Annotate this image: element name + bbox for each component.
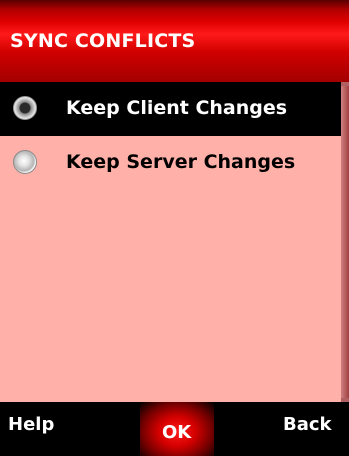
scrollbar-thumb[interactable]: [341, 86, 349, 398]
option-keep-client-changes[interactable]: Keep Client Changes: [0, 82, 341, 136]
ok-softkey[interactable]: OK: [162, 422, 191, 443]
option-label: Keep Client Changes: [66, 97, 288, 119]
radio-unselected-icon[interactable]: [13, 150, 37, 174]
radio-selected-icon[interactable]: [13, 96, 37, 120]
title-bar: SYNC CONFLICTS: [0, 0, 349, 82]
option-label: Keep Server Changes: [66, 151, 296, 173]
option-keep-server-changes[interactable]: Keep Server Changes: [0, 136, 341, 190]
screen: SYNC CONFLICTS Keep Client Changes Keep …: [0, 0, 349, 456]
page-title: SYNC CONFLICTS: [10, 30, 196, 52]
help-softkey[interactable]: Help: [8, 414, 54, 435]
back-softkey[interactable]: Back: [283, 414, 332, 435]
